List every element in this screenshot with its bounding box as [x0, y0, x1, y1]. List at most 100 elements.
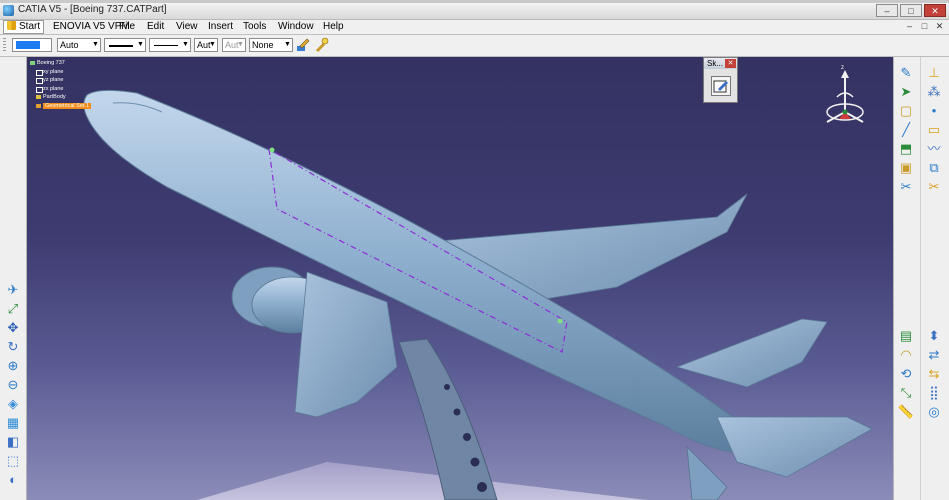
horizontal-stabilizer-near: [716, 416, 873, 478]
minimize-button[interactable]: –: [876, 4, 898, 17]
stand-hole: [477, 482, 487, 492]
body-icon: [36, 95, 41, 99]
menu-start[interactable]: Start: [3, 20, 45, 34]
sketch-icon[interactable]: [711, 76, 731, 96]
color-swatch: [16, 41, 40, 49]
tree-item[interactable]: PartBody: [36, 93, 91, 102]
scaling-icon[interactable]: ⤡: [897, 385, 915, 401]
sketcher-icon[interactable]: ✎: [897, 65, 915, 81]
analysis-icon[interactable]: ◎: [925, 404, 943, 420]
maximize-button[interactable]: □: [900, 4, 922, 17]
vertical-tail: [686, 445, 728, 500]
color-dropdown[interactable]: [12, 38, 52, 52]
tree-item[interactable]: yz plane: [36, 76, 91, 85]
stand-hole: [453, 408, 461, 416]
line-icon[interactable]: ╱: [897, 122, 915, 138]
sweep-icon[interactable]: 〰: [925, 141, 943, 157]
rotate-surface-icon[interactable]: ⟲: [897, 366, 915, 382]
chevron-down-icon: ▼: [137, 41, 144, 48]
rotate-icon[interactable]: ↻: [4, 339, 22, 355]
menu-tools[interactable]: Tools: [240, 20, 269, 34]
extrude-icon[interactable]: ⬒: [897, 141, 915, 157]
menu-edit[interactable]: Edit: [144, 20, 167, 34]
fit-all-icon[interactable]: ⤢: [4, 301, 22, 317]
fly-mode-icon[interactable]: ✈: [4, 282, 22, 298]
model-canvas: z: [83, 65, 873, 500]
horizontal-stabilizer: [675, 318, 828, 388]
right-toolbar: ✎ ⊥ ➤ ⁂ ▢ • ╱ ▭ ⬒ 〰 ▣ ⧉ ✂ ✂ ▤ ⬍ ◠ ⇄ ⟲ ⇆ ⤡ ⣿ 📏 ◎: [893, 57, 949, 500]
transparency-dropdown[interactable]: Auto ▼: [57, 38, 101, 52]
normal-view-icon[interactable]: ◈: [4, 396, 22, 412]
menu-bar: Start ENOVIA V5 VPM File Edit View Inser…: [0, 20, 949, 35]
layer-value: None: [252, 40, 274, 50]
menu-help[interactable]: Help: [320, 20, 347, 34]
boundary-icon[interactable]: ▤: [897, 328, 915, 344]
pattern-icon[interactable]: ⣿: [925, 385, 943, 401]
geometrical-set-icon: [36, 103, 41, 108]
menu-file[interactable]: File: [116, 20, 138, 34]
rendering-style-dropdown: Aut ▼: [222, 38, 246, 52]
plane-icon[interactable]: ▭: [925, 122, 943, 138]
extract-icon[interactable]: ⬍: [925, 328, 943, 344]
left-toolbar: ✈ ⤢ ✥ ↻ ⊕ ⊖ ◈ ▦ ◧ ⬚ ◐: [0, 57, 27, 500]
chevron-down-icon: ▼: [284, 41, 291, 48]
tree-item-label: Geometrical Set.1: [43, 102, 92, 109]
symmetry-icon[interactable]: ⇆: [925, 366, 943, 382]
doc-minimize-button[interactable]: –: [904, 21, 915, 32]
sketcher-panel-close-button[interactable]: ✕: [725, 59, 736, 68]
join-icon[interactable]: ⧉: [925, 160, 943, 176]
menu-insert[interactable]: Insert: [205, 20, 236, 34]
tree-item-label: zx plane: [43, 85, 64, 92]
hide-show-icon[interactable]: ◐: [4, 472, 22, 488]
translate-icon[interactable]: ⇄: [925, 347, 943, 363]
select-icon[interactable]: ➤: [897, 84, 915, 100]
part-icon: [30, 61, 35, 65]
sketcher-toolbar-panel[interactable]: Sk... ✕: [703, 57, 738, 103]
3d-viewport[interactable]: z Boeing 737 xy plane yz plane zx plane Part…: [27, 57, 893, 500]
sketch-point: [269, 147, 275, 153]
compass[interactable]: z: [826, 65, 864, 123]
tree-item[interactable]: xy plane: [36, 68, 91, 77]
line-thickness-sample: [109, 45, 133, 47]
start-icon: [7, 21, 16, 30]
tree-item[interactable]: Boeing 737: [30, 59, 91, 68]
snap-icon[interactable]: ⁂: [925, 84, 943, 100]
ground-plane: [197, 462, 647, 500]
menu-window[interactable]: Window: [275, 20, 317, 34]
plane-icon: [36, 69, 43, 76]
layer-dropdown[interactable]: None ▼: [249, 38, 293, 52]
axis-system-icon[interactable]: ⊥: [925, 65, 943, 81]
line-type-dropdown[interactable]: ▼: [149, 38, 191, 52]
doc-restore-button[interactable]: □: [919, 21, 930, 32]
wireframe-icon[interactable]: ▢: [897, 103, 915, 119]
menu-view[interactable]: View: [173, 20, 201, 34]
menu-start-label: Start: [19, 21, 41, 32]
split-icon[interactable]: ✂: [897, 179, 915, 195]
tree-item-label: PartBody: [43, 94, 66, 100]
transparency-value: Auto: [60, 40, 79, 50]
pan-icon[interactable]: ✥: [4, 320, 22, 336]
tree-item[interactable]: zx plane: [36, 85, 91, 94]
stand-hole: [444, 384, 450, 390]
iso-view-icon[interactable]: ◧: [4, 434, 22, 450]
toolbar-grip[interactable]: [3, 38, 6, 53]
measure-icon[interactable]: 📏: [897, 404, 915, 420]
trim-icon[interactable]: ✂: [925, 179, 943, 195]
doc-close-button[interactable]: ✕: [934, 21, 945, 32]
view-mode-icon[interactable]: ⬚: [4, 453, 22, 469]
multi-view-icon[interactable]: ▦: [4, 415, 22, 431]
zoom-in-icon[interactable]: ⊕: [4, 358, 22, 374]
apply-style-icon[interactable]: [313, 37, 329, 53]
tree-item[interactable]: Geometrical Set.1: [36, 102, 92, 111]
point-type-dropdown[interactable]: Aut ▼: [194, 38, 218, 52]
point-icon[interactable]: •: [925, 103, 943, 119]
close-button[interactable]: ✕: [924, 4, 946, 17]
chevron-down-icon: ▼: [182, 41, 189, 48]
line-thickness-dropdown[interactable]: ▼: [104, 38, 146, 52]
chevron-down-icon: ▼: [92, 41, 99, 48]
fillet-icon[interactable]: ◠: [897, 347, 915, 363]
zoom-out-icon[interactable]: ⊖: [4, 377, 22, 393]
painter-icon[interactable]: [295, 37, 311, 53]
fill-icon[interactable]: ▣: [897, 160, 915, 176]
catia-app-icon: [3, 5, 14, 16]
